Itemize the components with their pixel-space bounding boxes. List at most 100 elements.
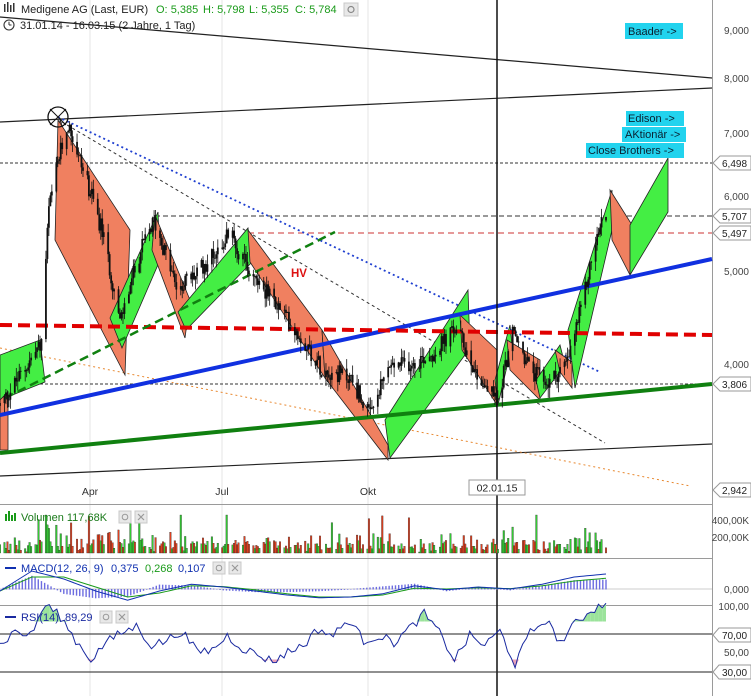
volume-bar bbox=[548, 542, 551, 554]
candle-body bbox=[273, 288, 276, 297]
macd-hist-bar bbox=[515, 589, 518, 590]
macd-hist-bar bbox=[321, 589, 323, 592]
volume-bar bbox=[569, 539, 572, 554]
y-tick-label: 6,000 bbox=[724, 192, 749, 203]
candle-body bbox=[129, 285, 132, 295]
macd-hist-bar bbox=[573, 580, 575, 590]
candle-body bbox=[82, 167, 84, 171]
candle-body bbox=[554, 370, 557, 378]
macd-hist-bar bbox=[133, 589, 135, 595]
volume-bar bbox=[268, 541, 271, 554]
candle-body bbox=[248, 270, 250, 275]
volume-bar bbox=[0, 544, 1, 554]
candle-body bbox=[113, 289, 115, 292]
y-tick-label: 100,00 bbox=[718, 602, 749, 613]
candle-body bbox=[434, 354, 437, 357]
macd-hist-bar bbox=[283, 589, 285, 593]
macd-hist-bar bbox=[353, 588, 355, 590]
macd-hist-bar bbox=[305, 589, 307, 592]
y-tick-label: 4,000 bbox=[724, 360, 749, 371]
close-brothers-label: Close Brothers -> bbox=[588, 145, 674, 157]
volume-bar bbox=[579, 549, 582, 554]
candle-body bbox=[600, 216, 603, 228]
panel-close-icon[interactable] bbox=[115, 610, 129, 624]
volume-bar bbox=[605, 547, 607, 554]
volume-bar bbox=[528, 544, 530, 554]
volume-bar bbox=[455, 546, 458, 554]
panel-settings-icon[interactable] bbox=[99, 610, 113, 624]
volume-bar bbox=[465, 547, 468, 554]
candle-body bbox=[316, 359, 318, 366]
candle-body bbox=[480, 379, 483, 386]
candle-body bbox=[359, 385, 361, 402]
macd-hist-bar bbox=[340, 589, 342, 591]
candle-body bbox=[328, 374, 330, 378]
panel-close-icon[interactable] bbox=[228, 561, 242, 575]
candle-body bbox=[455, 329, 458, 334]
candle-body bbox=[419, 356, 422, 369]
macd-hist-bar bbox=[324, 589, 327, 591]
candle-body bbox=[421, 356, 424, 358]
rsi-overbought-fill bbox=[590, 612, 595, 622]
candle-body bbox=[165, 245, 167, 250]
candle-body bbox=[160, 237, 163, 246]
candle-body bbox=[258, 280, 261, 285]
candle-body bbox=[46, 227, 49, 259]
edison-label: Edison -> bbox=[628, 113, 675, 125]
macd-hist-bar bbox=[279, 589, 282, 593]
macd-hist-bar bbox=[292, 589, 295, 592]
macd-hist-bar bbox=[219, 589, 221, 590]
macd-hist-bar bbox=[385, 586, 387, 590]
candle-body bbox=[605, 216, 607, 221]
svg-text:30,00: 30,00 bbox=[722, 668, 747, 679]
volume-bar bbox=[299, 545, 302, 554]
macd-hist-bar bbox=[12, 583, 14, 590]
macd-hist-bar bbox=[165, 584, 167, 590]
candle-body bbox=[19, 370, 22, 372]
candle-body bbox=[215, 254, 218, 259]
candle-body bbox=[6, 392, 9, 400]
macd-hist-bar bbox=[598, 579, 601, 590]
macd-hist-bar bbox=[337, 589, 339, 591]
candle-body bbox=[513, 326, 516, 331]
macd-hist-bar bbox=[528, 587, 531, 590]
y-tick-label: 400,00K bbox=[712, 516, 750, 527]
volume-bar bbox=[227, 544, 230, 554]
panel-settings-icon[interactable] bbox=[118, 510, 132, 524]
candle-body bbox=[16, 380, 19, 382]
svg-text:3,806: 3,806 bbox=[722, 380, 747, 391]
y-tick-label: 9,000 bbox=[724, 26, 749, 37]
macd-hist-bar bbox=[366, 587, 368, 590]
volume-bar bbox=[113, 548, 116, 554]
candle-body bbox=[588, 262, 591, 280]
volume-bar bbox=[330, 522, 333, 554]
volume-bar bbox=[279, 541, 281, 554]
candle-body bbox=[40, 339, 43, 351]
volume-bar bbox=[351, 543, 354, 554]
candle-body bbox=[465, 350, 468, 356]
macd-hist-bar bbox=[397, 585, 400, 590]
candle-body bbox=[154, 217, 157, 231]
macd-hist-bar bbox=[382, 586, 384, 590]
candle-body bbox=[351, 374, 354, 383]
candle-body bbox=[522, 341, 524, 353]
candle-body bbox=[320, 374, 323, 378]
macd-hist-bar bbox=[136, 589, 138, 594]
settings-icon[interactable] bbox=[343, 2, 359, 17]
candle-body bbox=[222, 247, 225, 249]
rsi-level-tag: 30,00 bbox=[712, 664, 751, 680]
y-tick-label: 0,000 bbox=[724, 585, 749, 596]
macd-hist-bar bbox=[149, 588, 151, 590]
svg-text:5,497: 5,497 bbox=[722, 229, 747, 240]
x-tick-label: Okt bbox=[360, 486, 376, 498]
candle-body bbox=[242, 253, 244, 260]
panel-close-icon[interactable] bbox=[134, 510, 148, 524]
price-level-tag: 5,497 bbox=[712, 225, 751, 241]
candle-body bbox=[439, 350, 441, 355]
panel-settings-icon[interactable] bbox=[212, 561, 226, 575]
candle-body bbox=[288, 311, 290, 330]
macd-hist-bar bbox=[75, 589, 78, 596]
candle-body bbox=[579, 304, 582, 308]
candle-body bbox=[368, 404, 370, 408]
candle-body bbox=[536, 367, 539, 369]
